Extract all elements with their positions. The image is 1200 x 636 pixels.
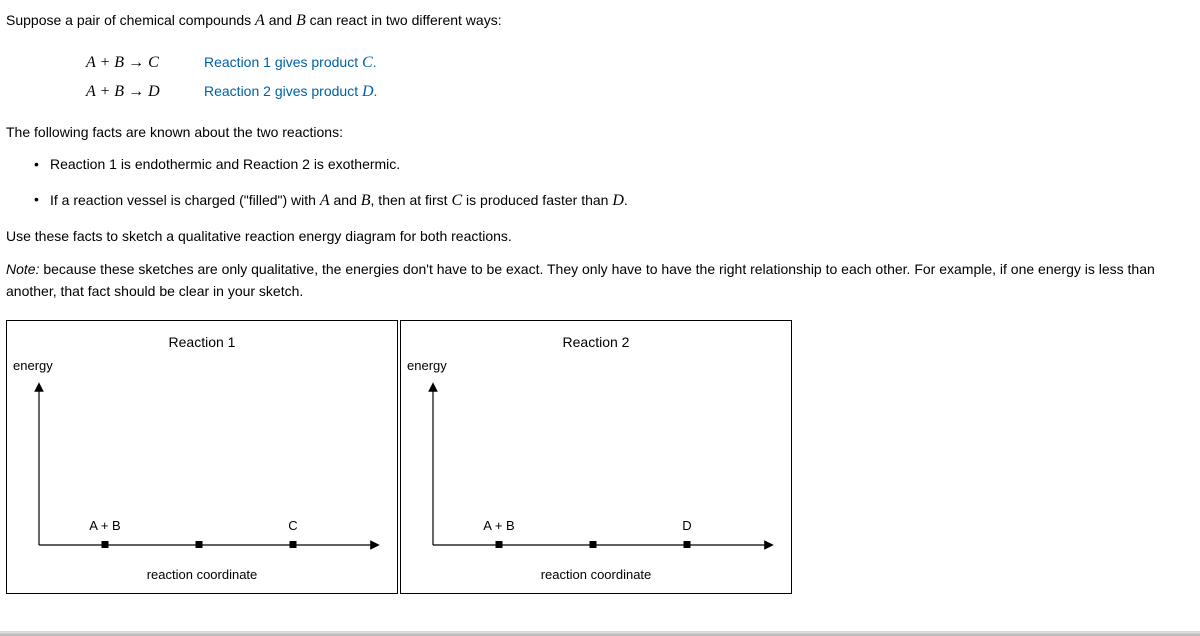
intro-prefix: Suppose a pair of chemical compounds [6,12,255,28]
fact2-suf: . [624,192,628,208]
diagram-reaction-1[interactable]: Reaction 1 energy A + B [6,320,398,594]
fact2-c: C [451,192,462,209]
fact2-b: B [361,192,371,209]
diagram2-title: Reaction 2 [415,331,777,353]
eq1-desc-prefix: Reaction 1 gives product [204,54,362,70]
diagram2-tick-end[interactable] [684,541,691,548]
diagram2-start-label: A + B [483,516,514,537]
eq1-desc-prod: C [362,54,373,71]
eq1-desc-suffix: . [373,54,377,70]
intro-end: can react in two different ways: [306,12,502,28]
diagram1-plot[interactable]: A + B C [21,381,383,561]
eq2-desc-suffix: . [374,83,378,99]
eq2-rhs: D [148,83,160,100]
diagram2-tick-mid[interactable] [590,541,597,548]
diagram1-xlabel: reaction coordinate [21,565,383,586]
diagram2-axes [415,381,777,561]
equation-row-1: A + B → C Reaction 1 gives product C. [86,48,377,78]
question-content: Suppose a pair of chemical compounds A a… [6,8,1200,594]
fact2-mid: , then at first [371,192,452,208]
diagram2-end-label: D [682,516,691,537]
eq2-desc-prod: D [362,83,374,100]
eq1-desc: Reaction 1 gives product C. [204,48,377,78]
diagram1-tick-mid[interactable] [196,541,203,548]
diagram2-ylabel: energy [407,356,777,377]
eq1-rhs: C [148,54,159,71]
facts-intro: The following facts are known about the … [6,121,1200,143]
eq1-formula: A + B → C [86,48,204,78]
fact2-mid2: is produced faster than [462,192,612,208]
diagram1-start-label: A + B [89,516,120,537]
facts-list: Reaction 1 is endothermic and Reaction 2… [34,153,1200,213]
diagrams-row: Reaction 1 energy A + B [6,320,1200,594]
eq2-lhs: A + B [86,83,124,100]
fact-2: If a reaction vessel is charged ("filled… [34,188,1200,214]
eq2-desc-prefix: Reaction 2 gives product [204,83,362,99]
diagram1-axes [21,381,383,561]
note-text: because these sketches are only qualitat… [6,261,1155,299]
eq1-lhs: A + B [86,54,124,71]
note-label: Note: [6,261,39,277]
instruction: Use these facts to sketch a qualitative … [6,225,1200,247]
eq2-desc: Reaction 2 gives product D. [204,77,377,107]
fact2-and: and [330,192,361,208]
fact2-pre: If a reaction vessel is charged ("filled… [50,192,320,208]
intro-and: and [265,12,296,28]
diagram1-tick-start[interactable] [102,541,109,548]
equations-block: A + B → C Reaction 1 gives product C. A … [86,48,1200,107]
var-a: A [255,12,265,29]
diagram1-ylabel: energy [13,356,383,377]
eq2-formula: A + B → D [86,77,204,107]
var-b: B [296,12,306,29]
eq1-arrow: → [128,54,144,71]
diagram2-plot[interactable]: A + B D [415,381,777,561]
fact2-a: A [320,192,330,209]
note: Note: because these sketches are only qu… [6,258,1200,303]
diagram2-xlabel: reaction coordinate [415,565,777,586]
diagram1-title: Reaction 1 [21,331,383,353]
intro-text: Suppose a pair of chemical compounds A a… [6,8,1200,34]
diagram1-end-label: C [288,516,297,537]
scrollbar-bottom[interactable] [0,631,1200,636]
diagram1-tick-end[interactable] [290,541,297,548]
equation-row-2: A + B → D Reaction 2 gives product D. [86,77,377,107]
eq2-arrow: → [128,83,144,100]
diagram2-tick-start[interactable] [496,541,503,548]
fact2-d: D [612,192,624,209]
diagram-reaction-2[interactable]: Reaction 2 energy A + B [400,320,792,594]
fact-1: Reaction 1 is endothermic and Reaction 2… [34,153,1200,175]
